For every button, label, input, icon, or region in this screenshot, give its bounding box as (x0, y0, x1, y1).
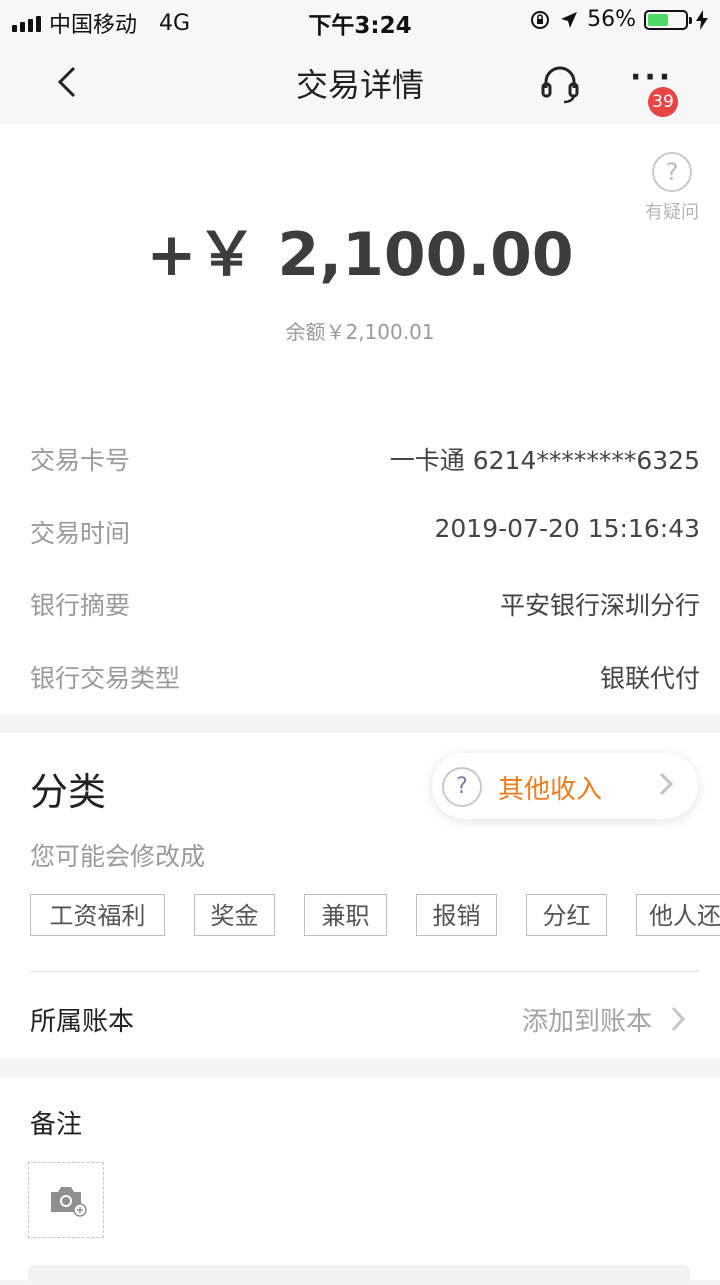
category-suggestions: 工资福利 奖金 兼职 报销 分红 他人还 (30, 894, 720, 940)
question-icon: ? (652, 152, 692, 192)
notification-badge: 39 (648, 87, 678, 117)
category-selector[interactable]: ? 其他收入 (432, 753, 698, 819)
note-input-edge (28, 1265, 690, 1285)
detail-row-card: 交易卡号 一卡通 6214********6325 (30, 441, 700, 481)
category-tag[interactable]: 他人还 (636, 894, 720, 936)
detail-value: 平安银行深圳分行 (499, 591, 700, 620)
category-tag[interactable]: 分红 (526, 894, 607, 936)
status-bar: 中国移动 4G 下午3:24 56% (0, 0, 720, 40)
detail-key: 交易卡号 (30, 446, 131, 475)
category-title: 分类 (30, 770, 107, 814)
detail-row-time: 交易时间 2019-07-20 15:16:43 (30, 514, 700, 554)
detail-row-type: 银行交易类型 银联代付 (30, 659, 700, 699)
location-arrow-icon (561, 11, 578, 28)
camera-add-icon (51, 1187, 87, 1217)
category-tag[interactable]: 奖金 (194, 894, 275, 936)
detail-key: 银行交易类型 (30, 664, 181, 693)
transaction-amount: +￥ 2,100.00 (146, 220, 574, 290)
charging-bolt-icon (696, 9, 708, 30)
question-icon: ? (442, 767, 482, 807)
add-photo-button[interactable] (28, 1162, 104, 1238)
detail-value: 一卡通 6214********6325 (389, 446, 700, 475)
suggest-label: 您可能会修改成 (30, 842, 206, 871)
detail-key: 银行摘要 (30, 591, 131, 620)
note-section: 备注 (0, 1078, 720, 1285)
divider (30, 971, 700, 972)
note-label: 备注 (30, 1110, 83, 1140)
category-section: 分类 ? 其他收入 您可能会修改成 工资福利 奖金 兼职 报销 分红 他人还 所… (0, 733, 720, 1058)
detail-value: 银联代付 (599, 664, 700, 693)
page-title: 交易详情 (295, 66, 424, 104)
category-tag[interactable]: 工资福利 (30, 894, 165, 936)
battery-icon (644, 9, 692, 30)
headset-icon[interactable] (538, 62, 582, 106)
battery-percent: 56% (587, 7, 636, 32)
chevron-right-icon[interactable] (666, 1003, 690, 1035)
detail-key: 交易时间 (30, 519, 131, 548)
category-tag[interactable]: 兼职 (304, 894, 387, 936)
account-book-label: 所属账本 (30, 1007, 135, 1037)
category-tag[interactable]: 报销 (416, 894, 497, 936)
add-to-book-link[interactable]: 添加到账本 (522, 1001, 652, 1038)
rotation-lock-icon (531, 10, 550, 29)
current-category: 其他收入 (498, 775, 603, 805)
transaction-summary: ? 有疑问 +￥ 2,100.00 余额￥2,100.01 交易卡号 一卡通 6… (0, 124, 720, 714)
detail-row-summary: 银行摘要 平安银行深圳分行 (30, 586, 700, 626)
nav-bar: 交易详情 ··· 39 (0, 40, 720, 124)
chevron-right-icon (659, 772, 674, 796)
detail-value: 2019-07-20 15:16:43 (434, 514, 700, 543)
balance-text: 余额￥2,100.01 (285, 320, 435, 344)
